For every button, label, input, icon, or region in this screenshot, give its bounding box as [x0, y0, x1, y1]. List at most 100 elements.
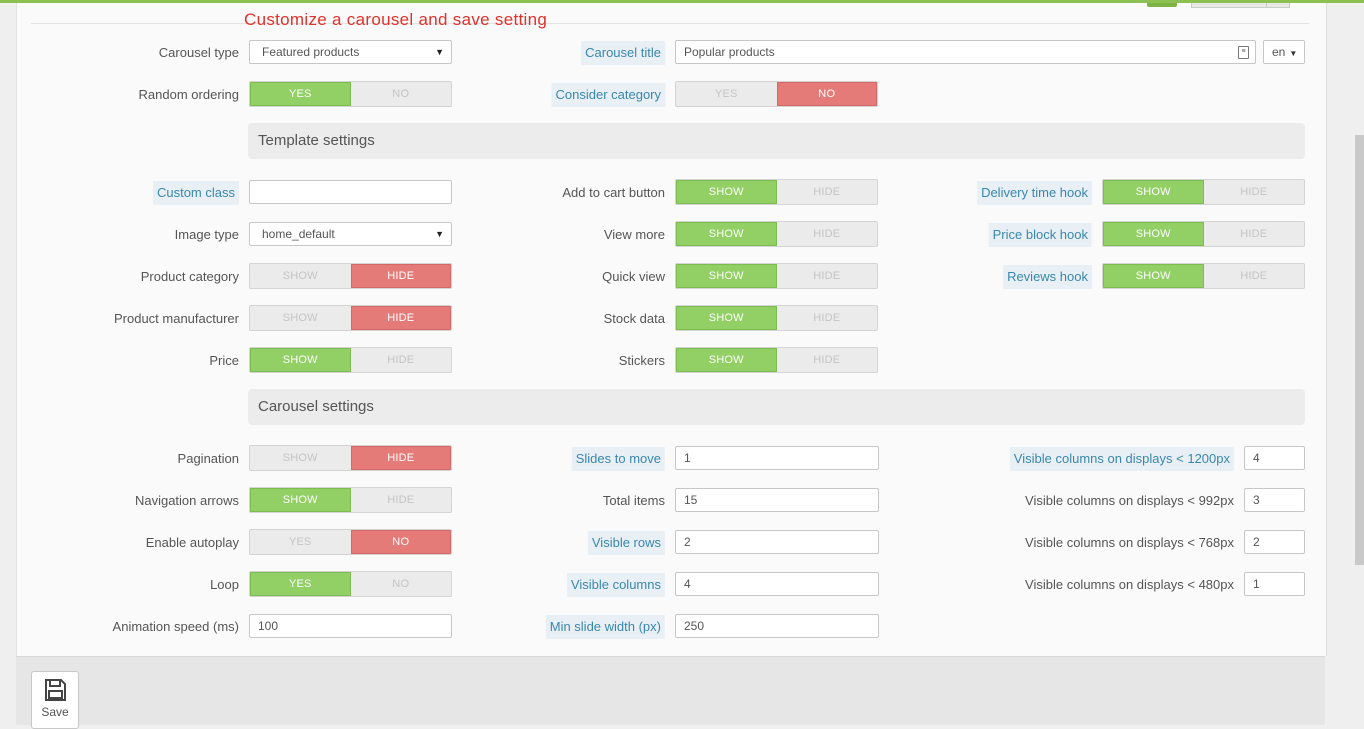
- switch-on-option[interactable]: SHOW: [250, 348, 351, 372]
- switch-on-option[interactable]: YES: [250, 530, 351, 554]
- random-ordering-label: Random ordering: [138, 87, 239, 102]
- switch-off-option[interactable]: HIDE: [350, 306, 451, 330]
- switch-off-option[interactable]: NO: [350, 530, 451, 554]
- add-to-cart-label: Add to cart button: [562, 185, 665, 200]
- pagination-switch[interactable]: SHOW HIDE: [249, 445, 452, 471]
- product-manufacturer-label: Product manufacturer: [113, 311, 239, 326]
- cols-480-input[interactable]: 1: [1244, 572, 1305, 596]
- enable-autoplay-switch[interactable]: YES NO: [249, 529, 452, 555]
- switch-off-option[interactable]: HIDE: [777, 306, 878, 330]
- switch-on-option[interactable]: YES: [250, 82, 351, 106]
- switch-on-option[interactable]: SHOW: [250, 264, 351, 288]
- visible-rows-value: 2: [684, 535, 691, 549]
- custom-class-input[interactable]: [249, 180, 452, 204]
- total-items-input[interactable]: 15: [675, 488, 879, 512]
- cols-1200-input[interactable]: 4: [1244, 446, 1305, 470]
- reviews-hook-switch[interactable]: SHOW HIDE: [1102, 263, 1305, 289]
- cols-992-input[interactable]: 3: [1244, 488, 1305, 512]
- switch-on-option[interactable]: YES: [676, 82, 777, 106]
- switch-off-option[interactable]: HIDE: [777, 180, 878, 204]
- switch-on-option[interactable]: SHOW: [676, 264, 777, 288]
- switch-off-option[interactable]: HIDE: [777, 264, 878, 288]
- navigation-arrows-switch[interactable]: SHOW HIDE: [249, 487, 452, 513]
- quick-view-label: Quick view: [602, 269, 665, 284]
- delivery-time-hook-label: Delivery time hook: [977, 181, 1092, 205]
- switch-on-option[interactable]: SHOW: [250, 306, 351, 330]
- cols-992-value: 3: [1253, 493, 1260, 507]
- stickers-label: Stickers: [618, 353, 665, 368]
- consider-category-switch[interactable]: YES NO: [675, 81, 878, 107]
- panel-header-divider: [31, 23, 1309, 24]
- annotation-text: Customize a carousel and save setting: [244, 10, 548, 29]
- header-button-green[interactable]: [1147, 3, 1177, 7]
- add-to-cart-switch[interactable]: SHOW HIDE: [675, 179, 878, 205]
- cols-768-input[interactable]: 2: [1244, 530, 1305, 554]
- quick-view-switch[interactable]: SHOW HIDE: [675, 263, 878, 289]
- price-block-hook-switch[interactable]: SHOW HIDE: [1102, 221, 1305, 247]
- min-slide-width-value: 250: [684, 619, 705, 633]
- visible-rows-input[interactable]: 2: [675, 530, 879, 554]
- switch-off-option[interactable]: HIDE: [350, 264, 451, 288]
- slides-to-move-input[interactable]: 1: [675, 446, 879, 470]
- switch-on-option[interactable]: SHOW: [676, 180, 777, 204]
- image-type-select[interactable]: home_default ▼: [249, 222, 452, 246]
- switch-off-option[interactable]: HIDE: [1204, 264, 1305, 288]
- switch-on-option[interactable]: SHOW: [676, 306, 777, 330]
- cols-480-value: 1: [1253, 577, 1260, 591]
- animation-speed-input[interactable]: 100: [249, 614, 452, 638]
- switch-off-option[interactable]: HIDE: [777, 348, 878, 372]
- carousel-title-input[interactable]: Popular products ≡: [675, 40, 1256, 64]
- switch-off-option[interactable]: NO: [351, 82, 452, 106]
- total-items-value: 15: [684, 493, 698, 507]
- cols-768-label: Visible columns on displays < 768px: [1025, 535, 1234, 550]
- language-dropdown[interactable]: en ▼: [1263, 40, 1305, 64]
- stock-data-switch[interactable]: SHOW HIDE: [675, 305, 878, 331]
- image-type-label: Image type: [174, 227, 239, 242]
- slides-to-move-value: 1: [684, 451, 691, 465]
- delivery-time-hook-switch[interactable]: SHOW HIDE: [1102, 179, 1305, 205]
- view-more-switch[interactable]: SHOW HIDE: [675, 221, 878, 247]
- switch-off-option[interactable]: HIDE: [351, 348, 452, 372]
- animation-speed-value: 100: [258, 619, 279, 633]
- visible-columns-label: Visible columns: [566, 573, 665, 597]
- header-button-gray-small[interactable]: [1266, 3, 1290, 8]
- switch-off-option[interactable]: HIDE: [351, 488, 452, 512]
- cols-992-label: Visible columns on displays < 992px: [1025, 493, 1234, 508]
- switch-on-option[interactable]: SHOW: [250, 488, 351, 512]
- switch-on-option[interactable]: SHOW: [676, 222, 777, 246]
- switch-off-option[interactable]: HIDE: [1204, 180, 1305, 204]
- product-category-switch[interactable]: SHOW HIDE: [249, 263, 452, 289]
- min-slide-width-input[interactable]: 250: [675, 614, 879, 638]
- stock-data-label: Stock data: [603, 311, 665, 326]
- price-switch[interactable]: SHOW HIDE: [249, 347, 452, 373]
- switch-off-option[interactable]: NO: [351, 572, 452, 596]
- carousel-type-select[interactable]: Featured products ▼: [249, 40, 452, 64]
- reviews-hook-label: Reviews hook: [1003, 265, 1092, 289]
- switch-on-option[interactable]: SHOW: [250, 446, 351, 470]
- visible-columns-input[interactable]: 4: [675, 572, 879, 596]
- page-scrollbar[interactable]: [1355, 135, 1364, 565]
- switch-off-option[interactable]: NO: [776, 82, 877, 106]
- switch-on-option[interactable]: SHOW: [676, 348, 777, 372]
- switch-off-option[interactable]: HIDE: [1204, 222, 1305, 246]
- header-button-gray[interactable]: [1191, 3, 1268, 8]
- select-arrow-icon: ▼: [435, 229, 444, 239]
- switch-on-option[interactable]: YES: [250, 572, 351, 596]
- loop-switch[interactable]: YES NO: [249, 571, 452, 597]
- cols-1200-value: 4: [1253, 451, 1260, 465]
- switch-on-option[interactable]: SHOW: [1103, 264, 1204, 288]
- save-label: Save: [41, 705, 69, 719]
- random-ordering-switch[interactable]: YES NO: [249, 81, 452, 107]
- switch-off-option[interactable]: HIDE: [777, 222, 878, 246]
- enable-autoplay-label: Enable autoplay: [145, 535, 239, 550]
- stickers-switch[interactable]: SHOW HIDE: [675, 347, 878, 373]
- switch-on-option[interactable]: SHOW: [1103, 180, 1204, 204]
- product-category-label: Product category: [140, 269, 239, 284]
- switch-on-option[interactable]: SHOW: [1103, 222, 1204, 246]
- save-button[interactable]: Save: [31, 671, 79, 729]
- product-manufacturer-switch[interactable]: SHOW HIDE: [249, 305, 452, 331]
- language-value: en: [1272, 45, 1286, 59]
- slides-to-move-label: Slides to move: [571, 447, 665, 471]
- carousel-settings-heading: Carousel settings: [248, 389, 1305, 425]
- switch-off-option[interactable]: HIDE: [350, 446, 451, 470]
